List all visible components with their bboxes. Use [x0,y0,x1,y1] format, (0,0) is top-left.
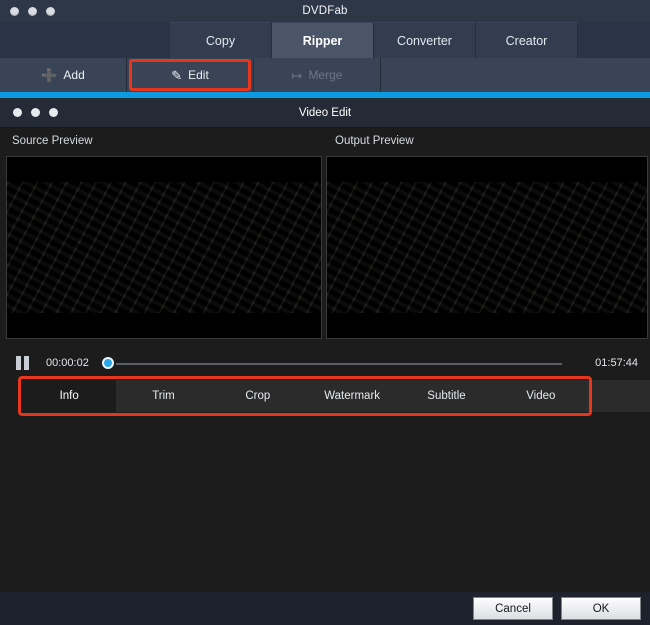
pause-icon[interactable] [16,356,30,370]
tab-converter[interactable]: Converter [374,22,476,58]
add-button[interactable]: ➕ Add [0,58,127,92]
main-tab-bar: Copy Ripper Converter Creator [0,22,650,58]
source-preview-label: Source Preview [12,135,93,147]
tab-video[interactable]: Video [493,380,588,412]
output-preview-label: Output Preview [335,135,414,147]
edit-tabs-filler [588,380,650,412]
tabbar-left-spacer [0,22,170,58]
playback-timeline: 00:00:02 01:57:44 [0,346,650,380]
preview-row [0,156,650,346]
edit-tab-bar: Info Trim Crop Watermark Subtitle Video [18,376,592,416]
dialog-footer: Cancel OK [0,592,650,625]
merge-button-label: Merge [308,68,343,82]
tab-watermark[interactable]: Watermark [304,380,400,412]
toolbar-filler [381,58,650,92]
plus-icon: ➕ [41,67,58,83]
tab-copy[interactable]: Copy [170,22,272,58]
edit-button-label: Edit [188,68,209,82]
action-toolbar: ➕ Add ✎ Edit ↦ Merge [0,58,650,92]
app-title: DVDFab [302,5,348,17]
tab-info[interactable]: Info [22,380,117,412]
ok-button[interactable]: OK [561,597,641,620]
dialog-title: Video Edit [298,106,352,119]
total-time-label: 01:57:44 [595,357,638,369]
source-preview-frame-image [7,182,321,314]
merge-button: ↦ Merge [254,58,381,92]
edit-button[interactable]: ✎ Edit [127,58,254,92]
dialog-titlebar: Video Edit [0,98,650,128]
edit-tabs-row: Info Trim Crop Watermark Subtitle Video [0,376,650,416]
tab-crop[interactable]: Crop [210,380,305,412]
current-time-label: 00:00:02 [46,357,89,369]
dvdfab-application-window: DVDFab Copy Ripper Converter Creator ➕ A… [0,0,650,625]
main-window-titlebar: DVDFab [0,0,650,22]
timeline-track[interactable] [116,362,562,365]
video-edit-dialog: Video Edit Source Preview Output Preview… [0,97,650,625]
tab-trim[interactable]: Trim [116,380,211,412]
tabbar-right-spacer [578,22,650,58]
merge-icon: ↦ [291,67,303,83]
tab-creator[interactable]: Creator [476,22,578,58]
cancel-button[interactable]: Cancel [473,597,553,620]
output-preview-frame-image [327,182,647,314]
add-button-label: Add [63,68,85,82]
tab-subtitle[interactable]: Subtitle [399,380,494,412]
preview-labels-row: Source Preview Output Preview [0,128,650,156]
edit-pencil-icon: ✎ [171,67,183,83]
tab-ripper[interactable]: Ripper [272,22,374,58]
timeline-scrubber-handle[interactable] [102,357,114,369]
output-preview-panel[interactable] [326,156,648,339]
source-preview-panel[interactable] [6,156,322,339]
info-panel: Aspect Ratio 16:9 (Auto-Detect) Deinterl… [0,416,650,554]
